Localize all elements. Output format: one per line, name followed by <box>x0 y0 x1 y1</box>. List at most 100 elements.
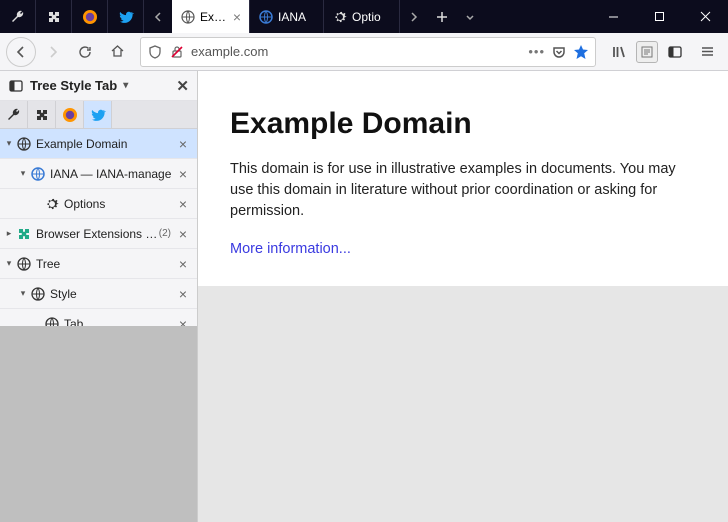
sidebar-header-icon <box>8 78 24 94</box>
tree-item-style[interactable]: ▾ Style × <box>0 279 197 309</box>
tree-item-label: IANA — IANA-manage <box>50 167 175 181</box>
titlebar: Example × IANA Optio <box>0 0 728 33</box>
top-tab-iana[interactable]: IANA <box>250 0 324 33</box>
tree-item-label: Tab <box>64 317 175 326</box>
window-minimize-button[interactable] <box>590 0 636 33</box>
globe-icon <box>16 256 32 272</box>
gear-icon <box>44 196 60 212</box>
tree-item-label: Tree <box>36 257 175 271</box>
reload-button[interactable] <box>70 37 100 67</box>
window-maximize-button[interactable] <box>636 0 682 33</box>
content-area: Example Domain This domain is for use in… <box>198 71 728 522</box>
globe-icon <box>16 136 32 152</box>
globe-icon <box>258 9 274 25</box>
tree-item-browser-extensions[interactable]: ▸ Browser Extensions - N (2) × <box>0 219 197 249</box>
tabs-scroll-right-icon[interactable] <box>400 0 428 33</box>
page-heading: Example Domain <box>230 107 696 141</box>
pinned-twitter[interactable] <box>84 101 112 128</box>
lock-strike-icon[interactable] <box>169 44 185 60</box>
tree-item-label: Options <box>64 197 175 211</box>
top-tab-label: IANA <box>278 10 306 24</box>
pinned-puzzle[interactable] <box>28 101 56 128</box>
close-icon[interactable]: × <box>175 256 191 272</box>
tabs-scroll-left-icon[interactable] <box>144 0 172 33</box>
puzzle-icon <box>46 9 62 25</box>
top-tab-example[interactable]: Example × <box>172 0 250 33</box>
top-tab-twitter[interactable] <box>108 0 144 33</box>
tree-item-count: (2) <box>159 228 171 239</box>
page-paragraph: This domain is for use in illustrative e… <box>230 159 696 222</box>
tree-item-options[interactable]: Options × <box>0 189 197 219</box>
globe-icon <box>30 286 46 302</box>
close-icon[interactable]: × <box>175 286 191 302</box>
bookmark-star-icon[interactable] <box>573 44 589 60</box>
home-button[interactable] <box>102 37 132 67</box>
tree-item-label: Style <box>50 287 175 301</box>
top-tab-wrench[interactable] <box>0 0 36 33</box>
tree: ▾ Example Domain × ▾ IANA — IANA-manage … <box>0 129 197 326</box>
library-button[interactable] <box>604 37 634 67</box>
top-tab-label: Example <box>200 10 229 24</box>
wrench-icon <box>10 9 26 25</box>
nav-forward-button[interactable] <box>38 37 68 67</box>
sidebar-toggle-button[interactable] <box>660 37 690 67</box>
url-text: example.com <box>191 44 522 59</box>
close-icon[interactable]: × <box>233 10 241 24</box>
toolbar: example.com ••• <box>0 33 728 71</box>
sidebar-header[interactable]: Tree Style Tab ▾ ✕ <box>0 71 197 101</box>
sidebar-title: Tree Style Tab <box>30 78 117 93</box>
close-icon[interactable]: × <box>175 226 191 242</box>
close-icon[interactable]: ✕ <box>176 77 189 95</box>
firefox-icon <box>82 9 98 25</box>
reader-view-button[interactable] <box>636 41 658 63</box>
twisty-icon[interactable]: ▾ <box>16 288 30 299</box>
globe-icon <box>30 166 46 182</box>
tree-item-iana[interactable]: ▾ IANA — IANA-manage × <box>0 159 197 189</box>
top-tab-label: Optio <box>352 10 381 24</box>
twitter-icon <box>90 107 106 123</box>
sidebar-empty-area <box>0 326 197 522</box>
close-icon[interactable]: × <box>175 166 191 182</box>
chevron-down-icon: ▾ <box>123 80 128 91</box>
gear-icon <box>332 9 348 25</box>
tree-item-tab[interactable]: Tab × <box>0 309 197 326</box>
shield-icon[interactable] <box>147 44 163 60</box>
top-tab-firefox[interactable] <box>72 0 108 33</box>
close-icon[interactable]: × <box>175 316 191 326</box>
twisty-icon[interactable]: ▾ <box>16 168 30 179</box>
sidebar: Tree Style Tab ▾ ✕ ▾ Example Domain × ▾ … <box>0 71 198 522</box>
puzzle-icon <box>34 107 50 123</box>
tree-item-label: Browser Extensions - N <box>36 227 159 241</box>
top-tab-puzzle[interactable] <box>36 0 72 33</box>
firefox-icon <box>62 107 78 123</box>
close-icon[interactable]: × <box>175 196 191 212</box>
puzzle-icon <box>16 226 32 242</box>
new-tab-button[interactable] <box>428 0 456 33</box>
url-bar[interactable]: example.com ••• <box>140 37 596 67</box>
more-info-link[interactable]: More information... <box>230 241 351 257</box>
twisty-icon[interactable]: ▾ <box>2 258 16 269</box>
wrench-icon <box>6 107 22 123</box>
sidebar-pinned-strip <box>0 101 197 129</box>
tree-item-example-domain[interactable]: ▾ Example Domain × <box>0 129 197 159</box>
main-row: Tree Style Tab ▾ ✕ ▾ Example Domain × ▾ … <box>0 71 728 522</box>
pinned-wrench[interactable] <box>0 101 28 128</box>
tree-item-tree[interactable]: ▾ Tree × <box>0 249 197 279</box>
tabs-menu-icon[interactable] <box>456 0 484 33</box>
tree-item-label: Example Domain <box>36 137 175 151</box>
top-tab-options[interactable]: Optio <box>324 0 400 33</box>
nav-back-button[interactable] <box>6 37 36 67</box>
twisty-icon[interactable]: ▾ <box>2 138 16 149</box>
pinned-firefox[interactable] <box>56 101 84 128</box>
twisty-icon[interactable]: ▸ <box>2 228 16 239</box>
window-close-button[interactable] <box>682 0 728 33</box>
twitter-icon <box>118 9 134 25</box>
app-menu-button[interactable] <box>692 37 722 67</box>
content-empty-area <box>198 286 728 522</box>
close-icon[interactable]: × <box>175 136 191 152</box>
globe-icon <box>44 316 60 326</box>
pocket-icon[interactable] <box>551 44 567 60</box>
globe-icon <box>180 9 196 25</box>
page-content: Example Domain This domain is for use in… <box>198 71 728 286</box>
page-actions-icon[interactable]: ••• <box>528 44 545 59</box>
